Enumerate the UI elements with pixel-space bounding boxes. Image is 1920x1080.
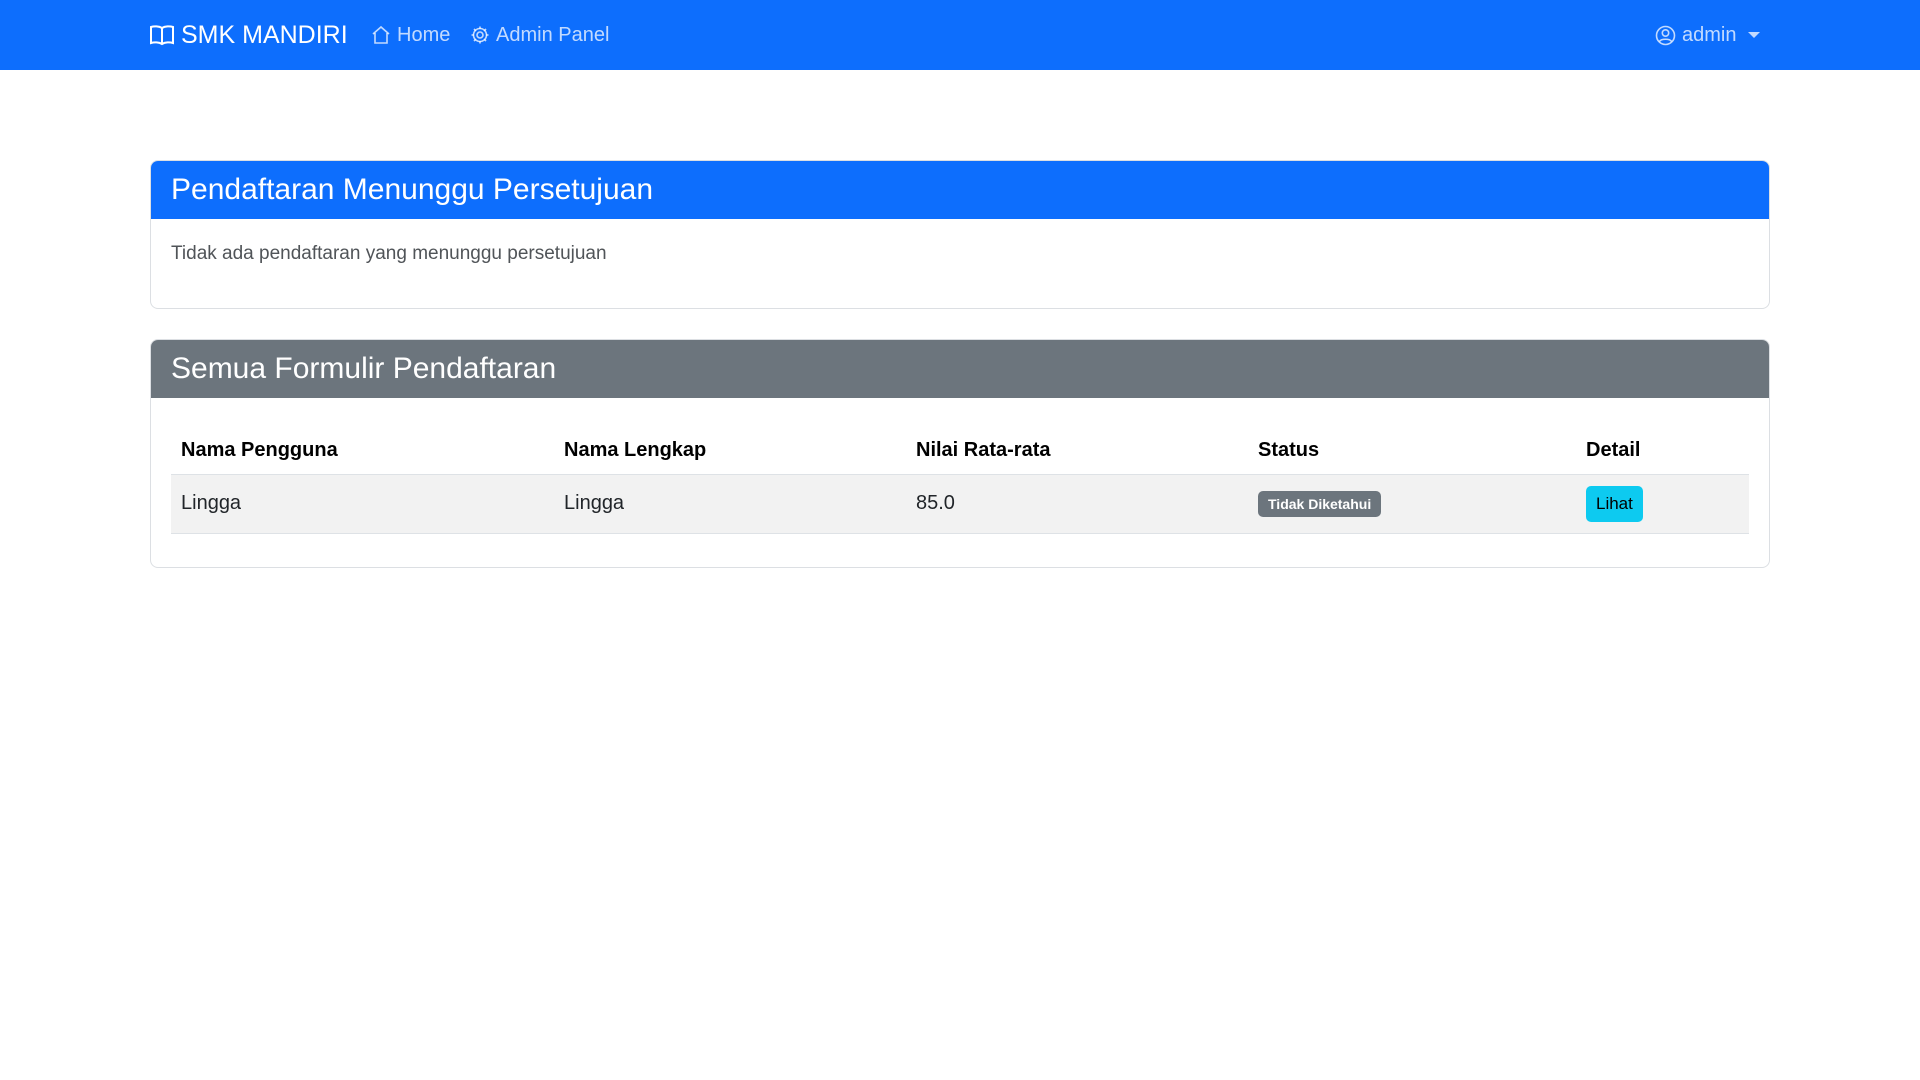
column-header-full-name: Nama Lengkap xyxy=(554,428,906,475)
column-header-username: Nama Pengguna xyxy=(171,428,554,475)
all-forms-card-header: Semua Formulir Pendaftaran xyxy=(151,340,1769,398)
person-circle-icon xyxy=(1655,25,1676,46)
view-detail-button[interactable]: Lihat xyxy=(1586,485,1643,522)
nav-home-link[interactable]: Home xyxy=(371,0,450,70)
all-forms-card: Semua Formulir Pendaftaran Nama Pengguna… xyxy=(150,339,1770,568)
nav-home-label: Home xyxy=(397,23,451,46)
pending-empty-text: Tidak ada pendaftaran yang menunggu pers… xyxy=(171,243,607,264)
house-icon xyxy=(371,25,391,45)
gear-icon xyxy=(470,25,490,45)
cell-username: Lingga xyxy=(171,474,554,534)
table-header-row: Nama Pengguna Nama Lengkap Nilai Rata-ra… xyxy=(171,428,1749,475)
all-forms-card-body: Nama Pengguna Nama Lengkap Nilai Rata-ra… xyxy=(151,398,1769,558)
brand-link[interactable]: SMK MANDIRI xyxy=(149,0,348,70)
cell-status: Tidak Diketahui xyxy=(1248,474,1576,534)
pending-card-header: Pendaftaran Menunggu Persetujuan xyxy=(151,161,1769,219)
table-row: Lingga Lingga 85.0 Tidak Diketahui Lihat xyxy=(171,474,1749,534)
user-label: admin xyxy=(1682,23,1737,46)
cell-average-score: 85.0 xyxy=(906,474,1248,534)
nav-admin-panel-link[interactable]: Admin Panel xyxy=(470,0,609,70)
cell-full-name: Lingga xyxy=(554,474,906,534)
column-header-average-score: Nilai Rata-rata xyxy=(906,428,1248,475)
navbar: SMK MANDIRI Home Admin Panel admin xyxy=(0,0,1920,70)
status-badge: Tidak Diketahui xyxy=(1258,490,1382,517)
brand-label: SMK MANDIRI xyxy=(181,20,348,49)
all-forms-card-title: Semua Formulir Pendaftaran xyxy=(171,352,557,385)
user-dropdown-toggle[interactable]: admin xyxy=(1655,0,1761,70)
registration-table: Nama Pengguna Nama Lengkap Nilai Rata-ra… xyxy=(171,428,1749,534)
chevron-down-icon xyxy=(1748,32,1761,38)
column-header-detail: Detail xyxy=(1576,428,1749,475)
pending-card-title: Pendaftaran Menunggu Persetujuan xyxy=(171,173,654,206)
pending-registrations-card: Pendaftaran Menunggu Persetujuan Tidak a… xyxy=(150,160,1770,309)
column-header-status: Status xyxy=(1248,428,1576,475)
cell-detail: Lihat xyxy=(1576,474,1749,534)
pending-card-body: Tidak ada pendaftaran yang menunggu pers… xyxy=(151,219,1769,289)
book-icon xyxy=(149,24,175,46)
nav-admin-panel-label: Admin Panel xyxy=(496,23,610,46)
